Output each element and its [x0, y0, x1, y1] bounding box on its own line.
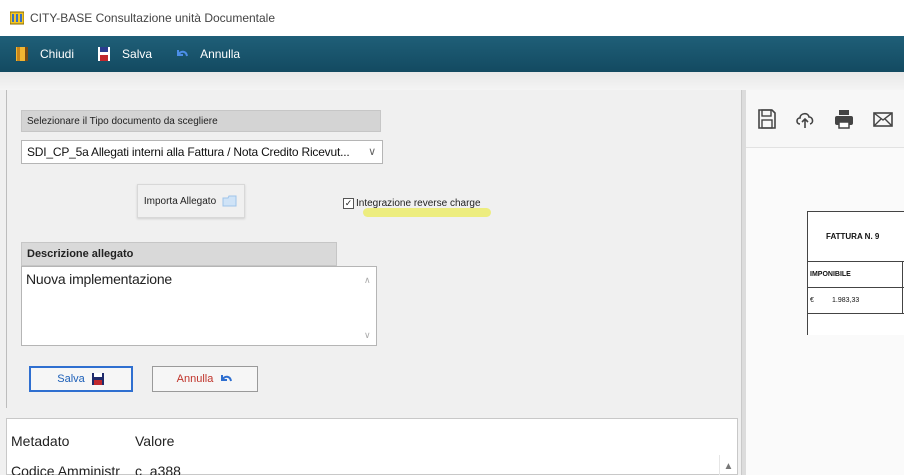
currency-symbol: €: [810, 297, 814, 304]
email-envelope-icon[interactable]: [872, 108, 894, 130]
invoice-document: FATTURA N. 9 IMPONIBILE € 1.983,33: [807, 211, 904, 335]
save-label: Salva: [122, 47, 153, 61]
invoice-amount-row: € 1.983,33: [808, 288, 904, 314]
reverse-charge-label: Integrazione reverse charge: [356, 198, 481, 209]
application-window: CITY-BASE Consultazione unità Documental…: [0, 0, 904, 475]
app-icon: [10, 11, 24, 25]
save-button-label: Salva: [57, 373, 85, 385]
reverse-charge-option[interactable]: ✓ Integrazione reverse charge: [343, 198, 481, 209]
attachment-form-panel: Selezionare il Tipo documento da sceglie…: [6, 90, 738, 408]
main-toolbar: Chiudi Salva Annulla: [0, 36, 904, 72]
amount-value: 1.983,33: [832, 297, 860, 304]
print-icon[interactable]: [833, 108, 855, 130]
scroll-up-icon[interactable]: ▲: [724, 461, 734, 475]
cancel-label: Annulla: [200, 47, 241, 61]
metadata-column-header: Metadato: [11, 433, 70, 449]
invoice-title: FATTURA N. 9: [808, 212, 904, 262]
column-divider: [902, 288, 903, 313]
floppy-disk-icon: [96, 46, 112, 62]
textarea-scrollbar[interactable]: ∧ ∨: [360, 267, 376, 345]
scroll-down-icon[interactable]: ∨: [364, 330, 371, 341]
description-label: Descrizione allegato: [21, 242, 337, 266]
title-bar: CITY-BASE Consultazione unità Documental…: [0, 0, 904, 36]
value-column-header: Valore: [135, 433, 175, 449]
description-textarea[interactable]: Nuova implementazione ∧ ∨: [21, 266, 377, 346]
reverse-charge-checkbox[interactable]: ✓: [343, 198, 354, 209]
close-label: Chiudi: [40, 47, 75, 61]
cancel-button[interactable]: Annulla: [152, 366, 258, 392]
undo-arrow-icon: [174, 46, 190, 62]
document-type-select[interactable]: SDI_CP_5a Allegati interni alla Fattura …: [21, 140, 383, 164]
close-button[interactable]: Chiudi: [14, 46, 74, 62]
grid-scrollbar[interactable]: ▲: [719, 455, 737, 475]
import-attachment-button[interactable]: Importa Allegato: [137, 184, 245, 218]
document-preview-panel: FATTURA N. 9 IMPONIBILE € 1.983,33: [746, 90, 904, 475]
toolbar-save-button[interactable]: Salva: [96, 46, 152, 62]
value-cell: c_a388: [135, 463, 181, 475]
preview-canvas: FATTURA N. 9 IMPONIBILE € 1.983,33: [746, 148, 904, 475]
document-type-label: Selezionare il Tipo documento da sceglie…: [21, 110, 381, 132]
floppy-disk-icon: [91, 372, 105, 386]
column-divider: [902, 262, 903, 287]
import-attachment-label: Importa Allegato: [143, 195, 217, 207]
save-icon[interactable]: [756, 108, 778, 130]
folder-icon: [222, 195, 238, 207]
chevron-down-icon: ∨: [368, 146, 376, 158]
exit-door-icon: [14, 46, 30, 62]
toolbar-cancel-button[interactable]: Annulla: [174, 46, 240, 62]
preview-toolbar: [746, 90, 904, 148]
toolbar-separator: [0, 72, 904, 90]
window-title: CITY-BASE Consultazione unità Documental…: [30, 11, 276, 25]
cancel-button-label: Annulla: [176, 373, 214, 385]
scroll-up-icon[interactable]: ∧: [364, 275, 371, 286]
undo-arrow-icon: [219, 373, 233, 385]
document-type-value: SDI_CP_5a Allegati interni alla Fattura …: [27, 145, 350, 159]
highlighter-mark: [363, 208, 491, 217]
metadata-grid: Metadato Valore Codice Amministr c_a388 …: [6, 418, 738, 475]
upload-cloud-icon[interactable]: [794, 108, 816, 130]
metadata-cell: Codice Amministr: [11, 463, 120, 475]
description-value: Nuova implementazione: [26, 271, 172, 287]
save-button[interactable]: Salva: [29, 366, 133, 392]
imponibile-header: IMPONIBILE: [810, 271, 851, 278]
invoice-header-row: IMPONIBILE: [808, 262, 904, 288]
